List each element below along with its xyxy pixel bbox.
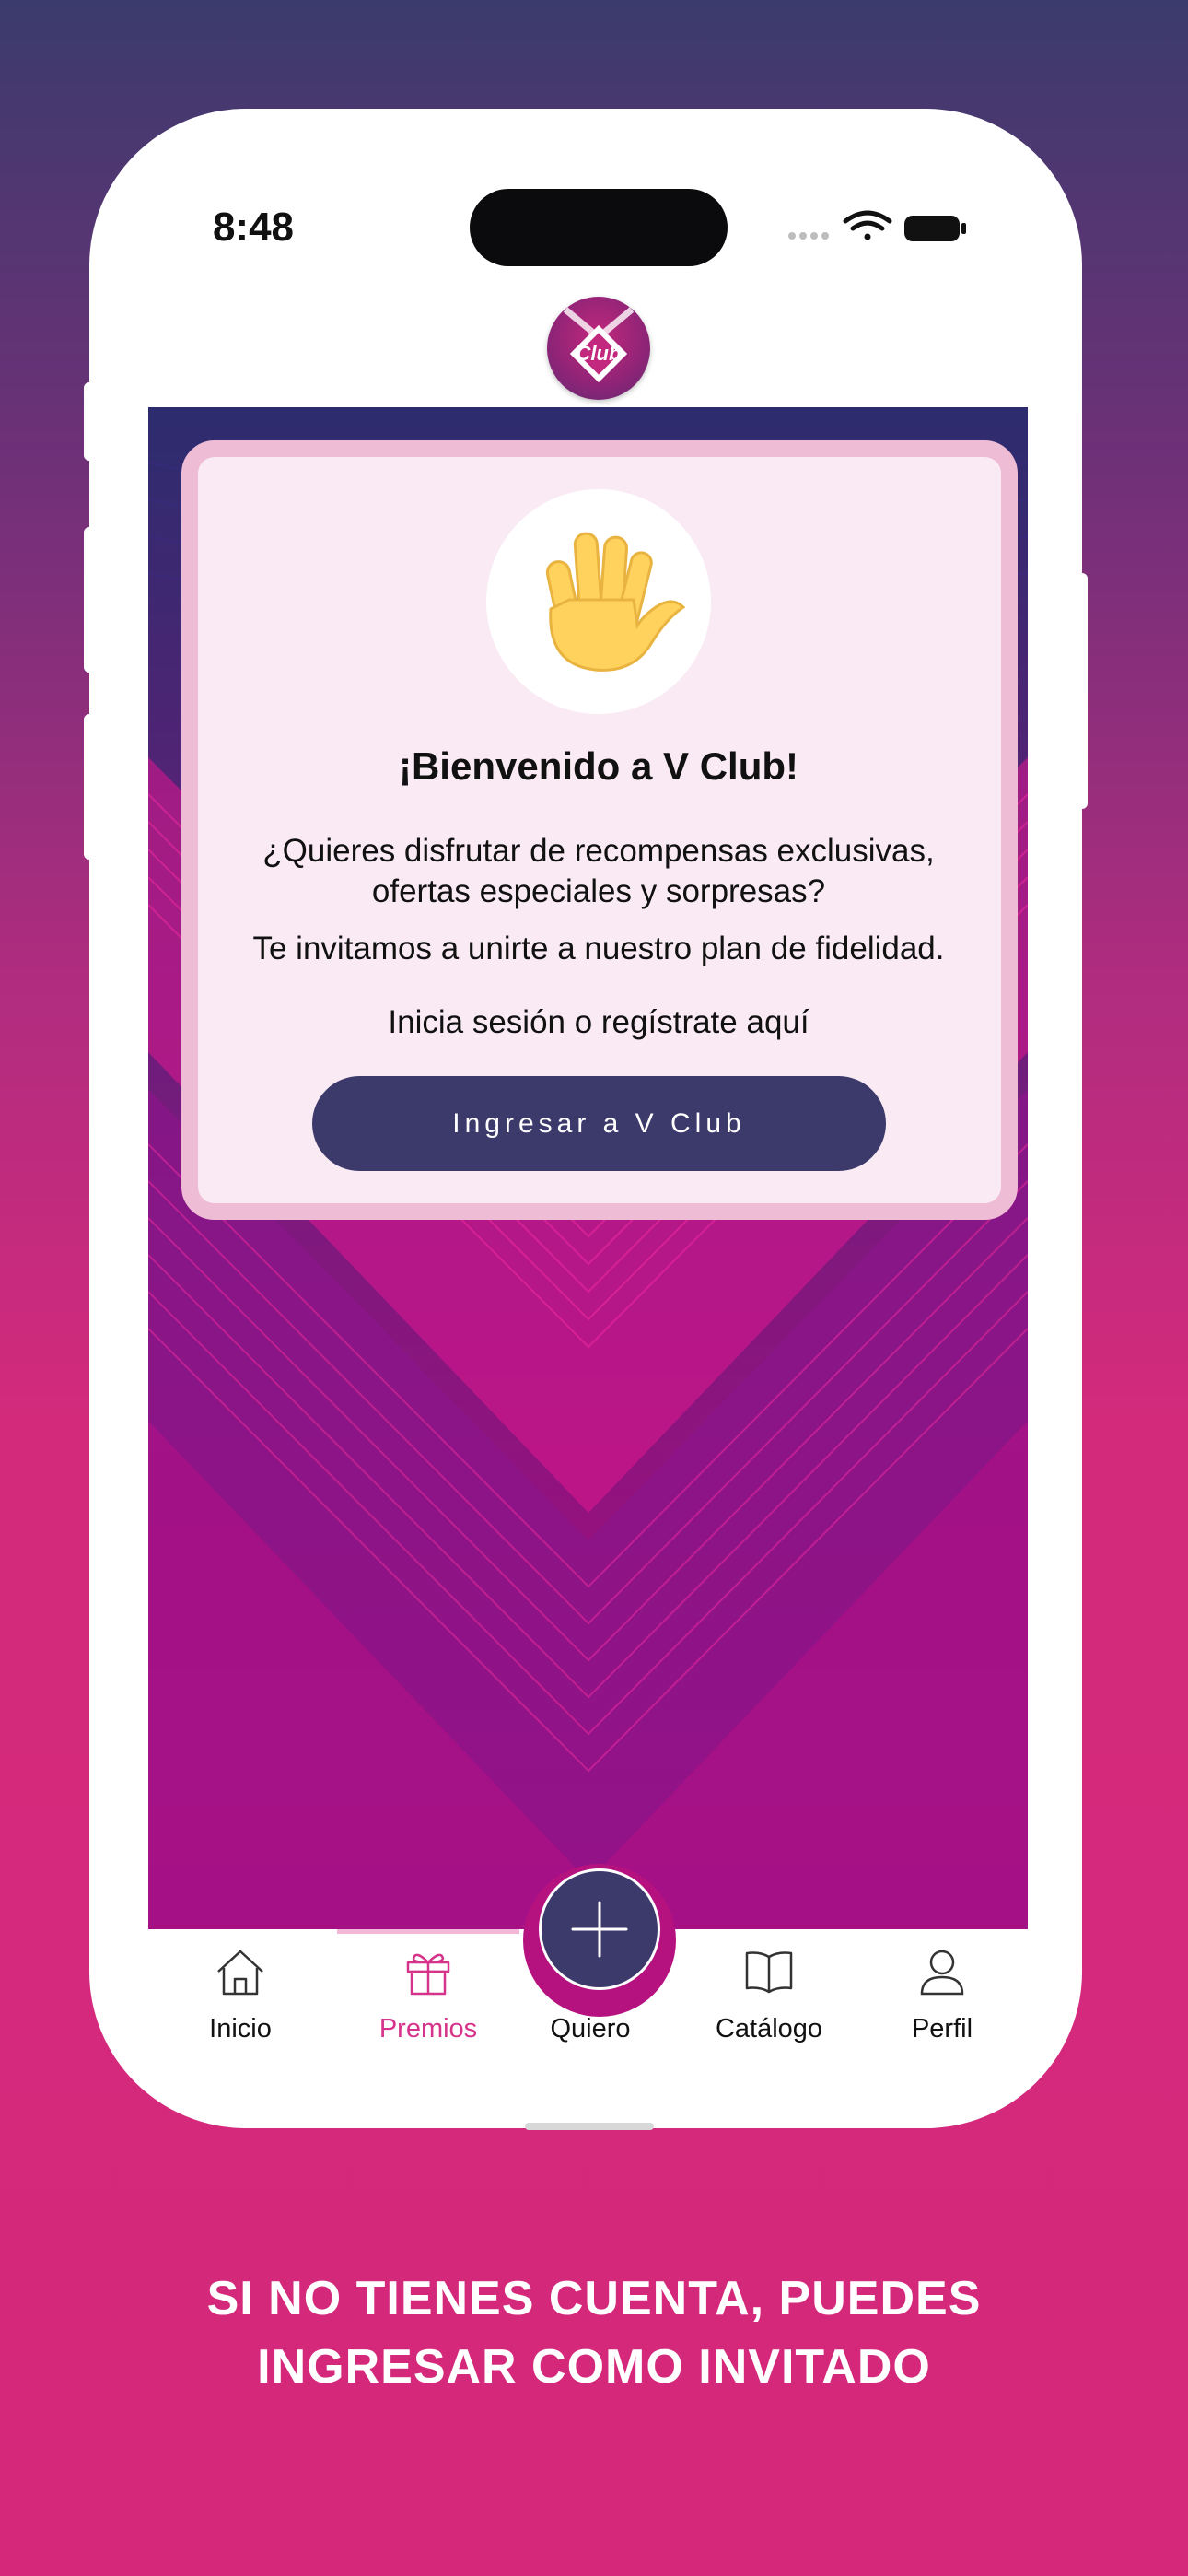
add-quiero-button[interactable] xyxy=(539,1868,660,1990)
gift-icon xyxy=(406,1953,450,1996)
tab-label: Inicio xyxy=(209,2014,272,2043)
svg-text:Club: Club xyxy=(577,342,622,365)
tab-catalogo[interactable]: Catálogo xyxy=(686,1929,852,2067)
caption-line-1: SI NO TIENES CUENTA, PUEDES xyxy=(206,2272,982,2325)
book-icon xyxy=(745,1951,793,1994)
tab-premios[interactable]: Premios xyxy=(345,1929,511,2067)
vclub-logo: Club xyxy=(547,297,650,400)
tab-perfil[interactable]: Perfil xyxy=(859,1929,1025,2067)
waving-hand-icon xyxy=(486,489,711,714)
welcome-title: ¡Bienvenido a V Club! xyxy=(398,744,799,788)
tab-label: Premios xyxy=(379,2014,478,2043)
caption-line-2: INGRESAR COMO INVITADO xyxy=(257,2340,931,2394)
loyalty-invite-text: Te invitamos a unirte a nuestro plan de … xyxy=(252,931,945,966)
login-vclub-button[interactable]: Ingresar a V Club xyxy=(312,1076,886,1171)
tab-label: Quiero xyxy=(550,2014,631,2043)
signal-icon xyxy=(788,232,829,240)
login-register-text: Inicia sesión o regístrate aquí xyxy=(388,1004,809,1040)
status-time: 8:48 xyxy=(212,205,295,250)
promo-caption: SI NO TIENES CUENTA, PUEDES INGRESAR COM… xyxy=(92,2265,1096,2401)
dynamic-island xyxy=(470,189,728,266)
wifi-icon xyxy=(843,210,892,240)
status-icons xyxy=(788,210,966,241)
home-icon xyxy=(217,1950,263,1996)
tab-label: Catálogo xyxy=(715,2014,823,2043)
tab-inicio[interactable]: Inicio xyxy=(157,1929,323,2067)
tab-label: Perfil xyxy=(911,2014,973,2043)
battery-icon xyxy=(904,216,966,241)
welcome-description: ¿Quieres disfrutar de recompensas exclus… xyxy=(262,833,935,909)
user-icon xyxy=(920,1950,964,1996)
home-indicator xyxy=(525,2123,654,2130)
plus-icon xyxy=(571,1901,628,1958)
